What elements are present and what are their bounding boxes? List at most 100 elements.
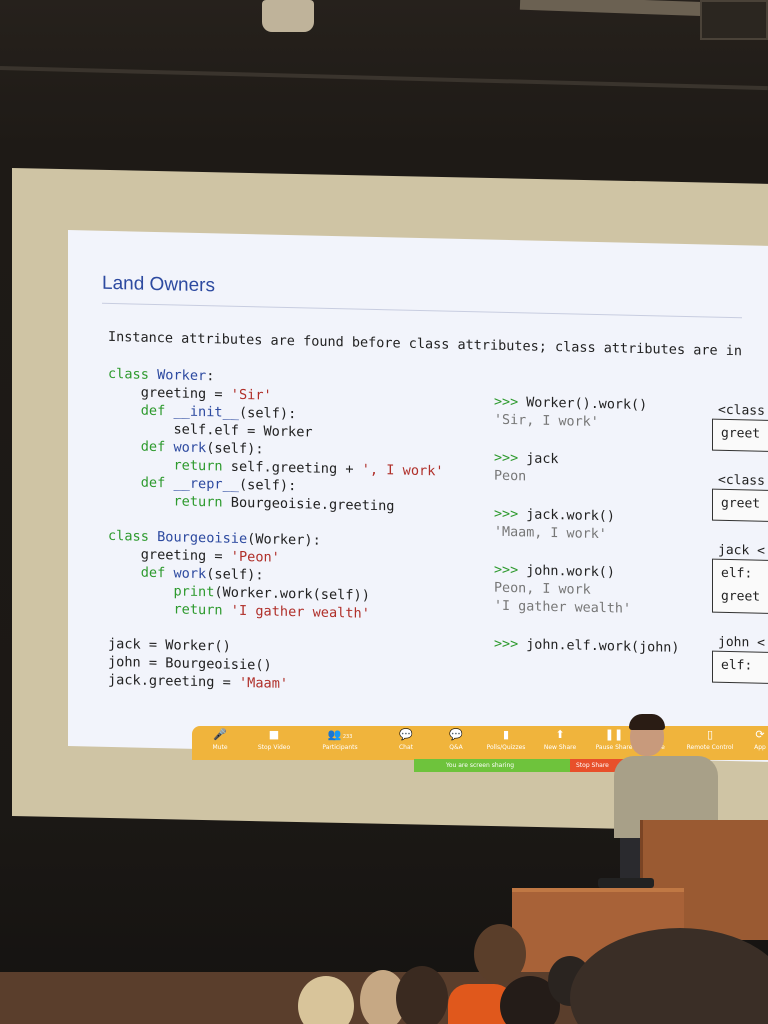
instance-box-jack: elf: greet [712,558,768,614]
bar-chart-icon: ▮ [502,728,510,741]
repl-entry: >>> john.work() Peon, I work 'I gather wea… [494,562,631,619]
polls-label: Polls/Quizzes [486,744,526,751]
zoom-meeting-toolbar: 🎤 Mute ■ Stop Video 👥 233 Participants 💬 Chat 💬 Q… [192,726,768,760]
remote-control-button[interactable]: ▯ Remote Control [682,728,738,752]
title-divider [102,302,742,319]
code-token: def [140,474,174,492]
code-token: greeting = [108,383,231,403]
repl-prompt: >>> [494,450,527,467]
code-token: Bourgeoisie [157,529,248,548]
code-token: def [140,564,174,582]
participants-label: Participants [322,744,358,751]
code-token: jack.greeting = [108,671,239,691]
code-token: def [140,402,174,420]
code-token: (self): [206,566,264,584]
mouse-icon: ▯ [706,728,714,741]
qa-label: Q&A [449,744,463,751]
apps-label: App [754,744,766,751]
code-token: Bourgeoisie.greeting [230,494,395,515]
code-token: 'Maam' [238,674,289,692]
code-token: (self): [238,476,297,495]
chat-bubble-icon: 💬 [399,728,413,741]
repl-prompt: >>> [494,636,527,653]
class-frame-box: greet [712,418,768,452]
ceiling-projector [262,0,314,32]
apps-icon: ⟳ [755,728,765,741]
apps-button[interactable]: ⟳ App [732,728,768,752]
repl-output: Peon [494,468,527,485]
chat-button[interactable]: 💬 Chat [378,728,434,752]
people-icon: 👥 233 [327,728,353,741]
repl-entry: >>> Worker().work() 'Sir, I work' [494,394,647,433]
video-camera-icon: ■ [268,728,280,741]
repl-entry: >>> jack Peon [494,450,559,487]
ceiling-beam [0,66,768,91]
code-token: def [140,438,174,456]
slide-title: Land Owners [102,272,216,297]
lecture-hall-scene: Land Owners Instance attributes are foun… [0,0,768,1024]
code-token: work [173,565,207,583]
class-frame-label: <class [718,402,765,419]
instance-attr: elf: [721,565,753,582]
code-token: 'Sir' [230,386,272,404]
instance-attr: greet [721,588,761,605]
screen-sharing-indicator: You are screen sharing [414,759,570,772]
repl-prompt: >>> [494,394,527,411]
qa-button[interactable]: 💬 Q&A [428,728,484,752]
code-token: jack = Worker() [108,635,231,655]
laptop [598,878,654,888]
chat-label: Chat [398,744,414,751]
share-arrow-icon: ⬆ [555,728,565,741]
microphone-icon: 🎤 [213,728,227,741]
code-token: return [173,601,231,619]
audience-head [396,966,448,1024]
code-token: ', I work' [361,461,444,480]
stop-video-button[interactable]: ■ Stop Video [246,728,302,752]
code-listing: class Worker: greeting = 'Sir' def __ini… [108,365,444,697]
code-token: __init__ [173,403,239,421]
code-token: Worker [157,367,207,385]
instance-label-jack: jack < [718,542,765,559]
repl-output: 'Sir, I work' [494,412,599,431]
presenter-legs [620,836,642,882]
code-token: __repr__ [173,475,239,493]
repl-prompt: >>> [494,562,527,579]
repl-command: jack [526,451,559,468]
code-token: 'I gather wealth' [230,602,370,622]
code-token: 'Peon' [230,548,280,566]
audience-head [474,924,526,984]
participants-button[interactable]: 👥 233 Participants [312,728,368,752]
polls-button[interactable]: ▮ Polls/Quizzes [478,728,534,752]
code-token: class [108,365,158,384]
presenter-hair [629,714,665,730]
repl-command: jack.work() [526,507,615,525]
qa-bubble-icon: 💬 [449,728,463,741]
instance-box-john: elf: [712,650,768,684]
ceiling-speaker [700,0,768,40]
repl-output: 'I gather wealth' [494,598,632,617]
stop-video-label: Stop Video [257,744,291,751]
slide-subtitle: Instance attributes are found before cla… [108,328,742,360]
repl-command: john.work() [526,563,615,581]
instance-label-john: john < [718,634,765,651]
participant-count-badge: 233 [341,734,353,740]
mute-label: Mute [212,744,228,751]
new-share-button[interactable]: ⬆ New Share [532,728,588,752]
repl-command: Worker().work() [526,395,648,414]
code-token: class [108,527,158,546]
presentation-slide: Land Owners Instance attributes are foun… [68,230,768,762]
code-token: return [173,493,231,511]
repl-entry: >>> john.elf.work(john) [494,636,679,658]
repl-command: john.elf.work(john) [526,637,680,656]
repl-entry: >>> jack.work() 'Maam, I work' [494,506,615,545]
code-token: (Worker): [247,531,321,549]
mute-button[interactable]: 🎤 Mute [192,728,248,752]
new-share-label: New Share [543,744,577,751]
code-token: greeting = [108,545,231,565]
code-token: self.greeting + [230,458,362,478]
